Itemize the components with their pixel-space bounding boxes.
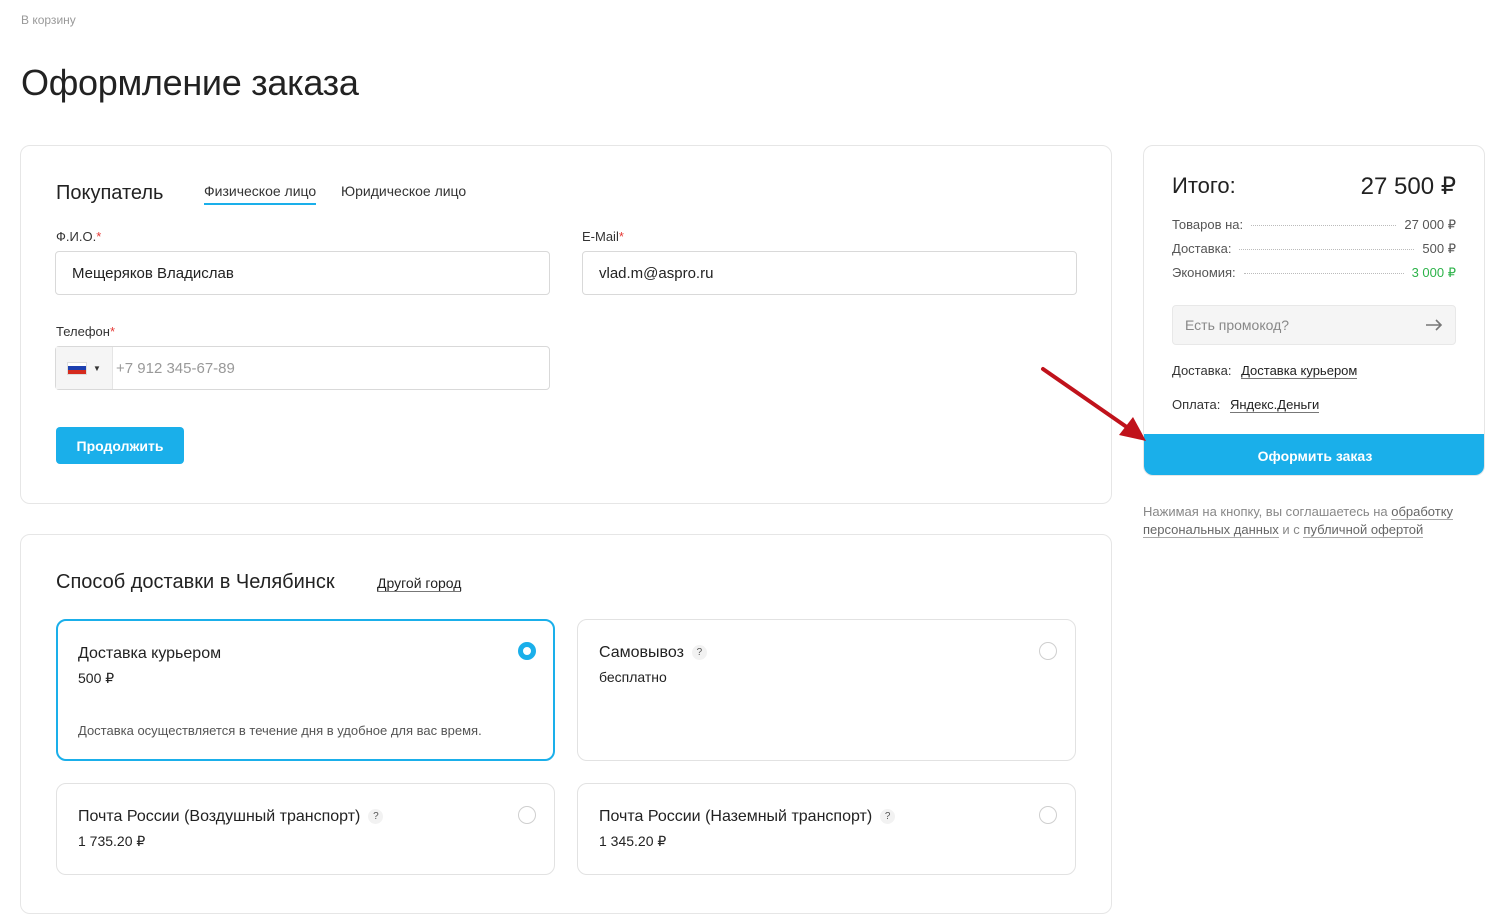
country-code-select[interactable]: ▼: [56, 347, 113, 389]
option-title: Доставка курьером: [78, 645, 222, 662]
delivery-option-courier[interactable]: Доставка курьером 500 ₽ Доставка осущест…: [56, 619, 555, 761]
continue-button[interactable]: Продолжить: [56, 427, 184, 464]
option-title-text: Самовывоз: [599, 644, 684, 661]
row-label: Доставка:: [1172, 241, 1232, 256]
buyer-section-title: Покупатель: [56, 182, 164, 204]
payment-summary-label: Оплата:: [1172, 397, 1221, 412]
help-icon[interactable]: ?: [368, 809, 384, 825]
fio-value: Мещеряков Владислав: [72, 264, 234, 282]
option-title-text: Почта России (Наземный транспорт): [599, 808, 873, 825]
fio-label-text: Ф.И.О.: [56, 229, 97, 244]
required-mark: *: [96, 229, 102, 244]
delivery-option-post-ground[interactable]: Почта России (Наземный транспорт)? 1 345…: [577, 783, 1076, 875]
option-title-text: Почта России (Воздушный транспорт): [78, 808, 361, 825]
agreement-note: Нажимая на кнопку, вы соглашаетесь на об…: [1143, 503, 1488, 539]
delivery-option-post-air[interactable]: Почта России (Воздушный транспорт)? 1 73…: [56, 783, 555, 875]
option-description: Доставка осуществляется в течение дня в …: [78, 723, 482, 738]
email-label: E-Mail*: [582, 229, 624, 244]
summary-row-goods: Товаров на: 27 000 ₽: [1172, 217, 1456, 233]
promo-code-input[interactable]: Есть промокод?: [1172, 305, 1456, 345]
delivery-option-pickup[interactable]: Самовывоз? бесплатно: [577, 619, 1076, 761]
delivery-section-title: Способ доставки в Челябинск: [56, 571, 335, 593]
option-price: 1 735.20 ₽: [78, 833, 146, 849]
radio-icon[interactable]: [518, 642, 536, 660]
payment-summary-link[interactable]: Яндекс.Деньги: [1229, 397, 1320, 413]
email-value: vlad.m@aspro.ru: [599, 264, 714, 282]
delivery-summary: Доставка: Доставка курьером: [1172, 363, 1358, 379]
delivery-summary-label: Доставка:: [1172, 363, 1232, 378]
radio-icon[interactable]: [1039, 642, 1057, 660]
option-price: бесплатно: [599, 669, 667, 685]
promo-placeholder: Есть промокод?: [1185, 317, 1290, 333]
total-value: 27 500 ₽: [1360, 173, 1456, 200]
email-label-text: E-Mail: [582, 229, 619, 244]
delivery-summary-link[interactable]: Доставка курьером: [1241, 363, 1358, 379]
radio-icon[interactable]: [1039, 806, 1057, 824]
row-value: 500 ₽: [1422, 241, 1456, 256]
row-label: Экономия:: [1172, 265, 1236, 280]
russia-flag-icon: [67, 361, 88, 375]
radio-icon[interactable]: [518, 806, 536, 824]
summary-row-delivery: Доставка: 500 ₽: [1172, 241, 1456, 257]
help-icon[interactable]: ?: [880, 809, 896, 825]
buyer-card: Покупатель Физическое лицо Юридическое л…: [20, 145, 1112, 504]
annotation-arrow-icon: [1041, 367, 1146, 441]
breadcrumb-back-to-cart[interactable]: В корзину: [21, 13, 76, 27]
phone-label: Телефон*: [56, 324, 115, 339]
phone-label-text: Телефон: [56, 324, 110, 339]
row-value: 3 000 ₽: [1411, 265, 1456, 280]
summary-row-economy: Экономия: 3 000 ₽: [1172, 265, 1456, 281]
row-value: 27 000 ₽: [1404, 217, 1456, 232]
page-title: Оформление заказа: [21, 62, 359, 103]
agreement-text-1: Нажимая на кнопку, вы соглашаетесь на: [1143, 504, 1392, 519]
help-icon[interactable]: ?: [691, 645, 707, 661]
fio-field[interactable]: Мещеряков Владислав: [55, 251, 550, 295]
delivery-card: Способ доставки в Челябинск Другой город…: [20, 534, 1112, 914]
arrow-right-icon[interactable]: [1425, 319, 1443, 331]
tab-legal-entity[interactable]: Юридическое лицо: [341, 183, 466, 199]
phone-field[interactable]: ▼ +7 912 345-67-89: [55, 346, 550, 390]
fio-label: Ф.И.О.*: [56, 229, 101, 244]
email-field[interactable]: vlad.m@aspro.ru: [582, 251, 1077, 295]
public-offer-link[interactable]: публичной офертой: [1303, 522, 1424, 538]
phone-placeholder: +7 912 345-67-89: [116, 359, 235, 377]
option-title: Самовывоз?: [599, 644, 707, 662]
tab-individual[interactable]: Физическое лицо: [204, 183, 317, 205]
option-title: Почта России (Наземный транспорт)?: [599, 808, 896, 826]
payment-summary: Оплата: Яндекс.Деньги: [1172, 397, 1320, 413]
total-label: Итого:: [1172, 173, 1236, 198]
option-price: 500 ₽: [78, 670, 115, 686]
required-mark: *: [109, 324, 115, 339]
option-title: Почта России (Воздушный транспорт)?: [78, 808, 384, 826]
option-price: 1 345.20 ₽: [599, 833, 667, 849]
agreement-text-2: и с: [1278, 522, 1304, 537]
other-city-link[interactable]: Другой город: [377, 575, 462, 592]
caret-down-icon: ▼: [93, 363, 101, 373]
row-label: Товаров на:: [1172, 217, 1244, 232]
required-mark: *: [618, 229, 624, 244]
place-order-button[interactable]: Оформить заказ: [1144, 434, 1484, 475]
order-summary-card: Итого: 27 500 ₽ Товаров на: 27 000 ₽ Дост…: [1143, 145, 1485, 476]
